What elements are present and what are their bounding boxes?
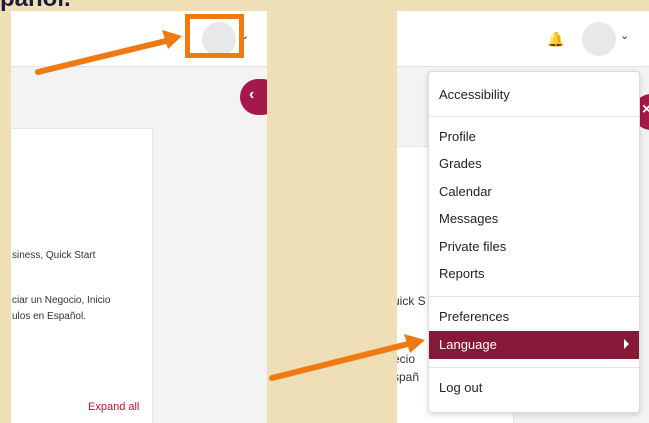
annotation-arrows (35, 30, 425, 381)
arrow-to-language (269, 334, 425, 381)
arrow-to-avatar (35, 30, 182, 75)
